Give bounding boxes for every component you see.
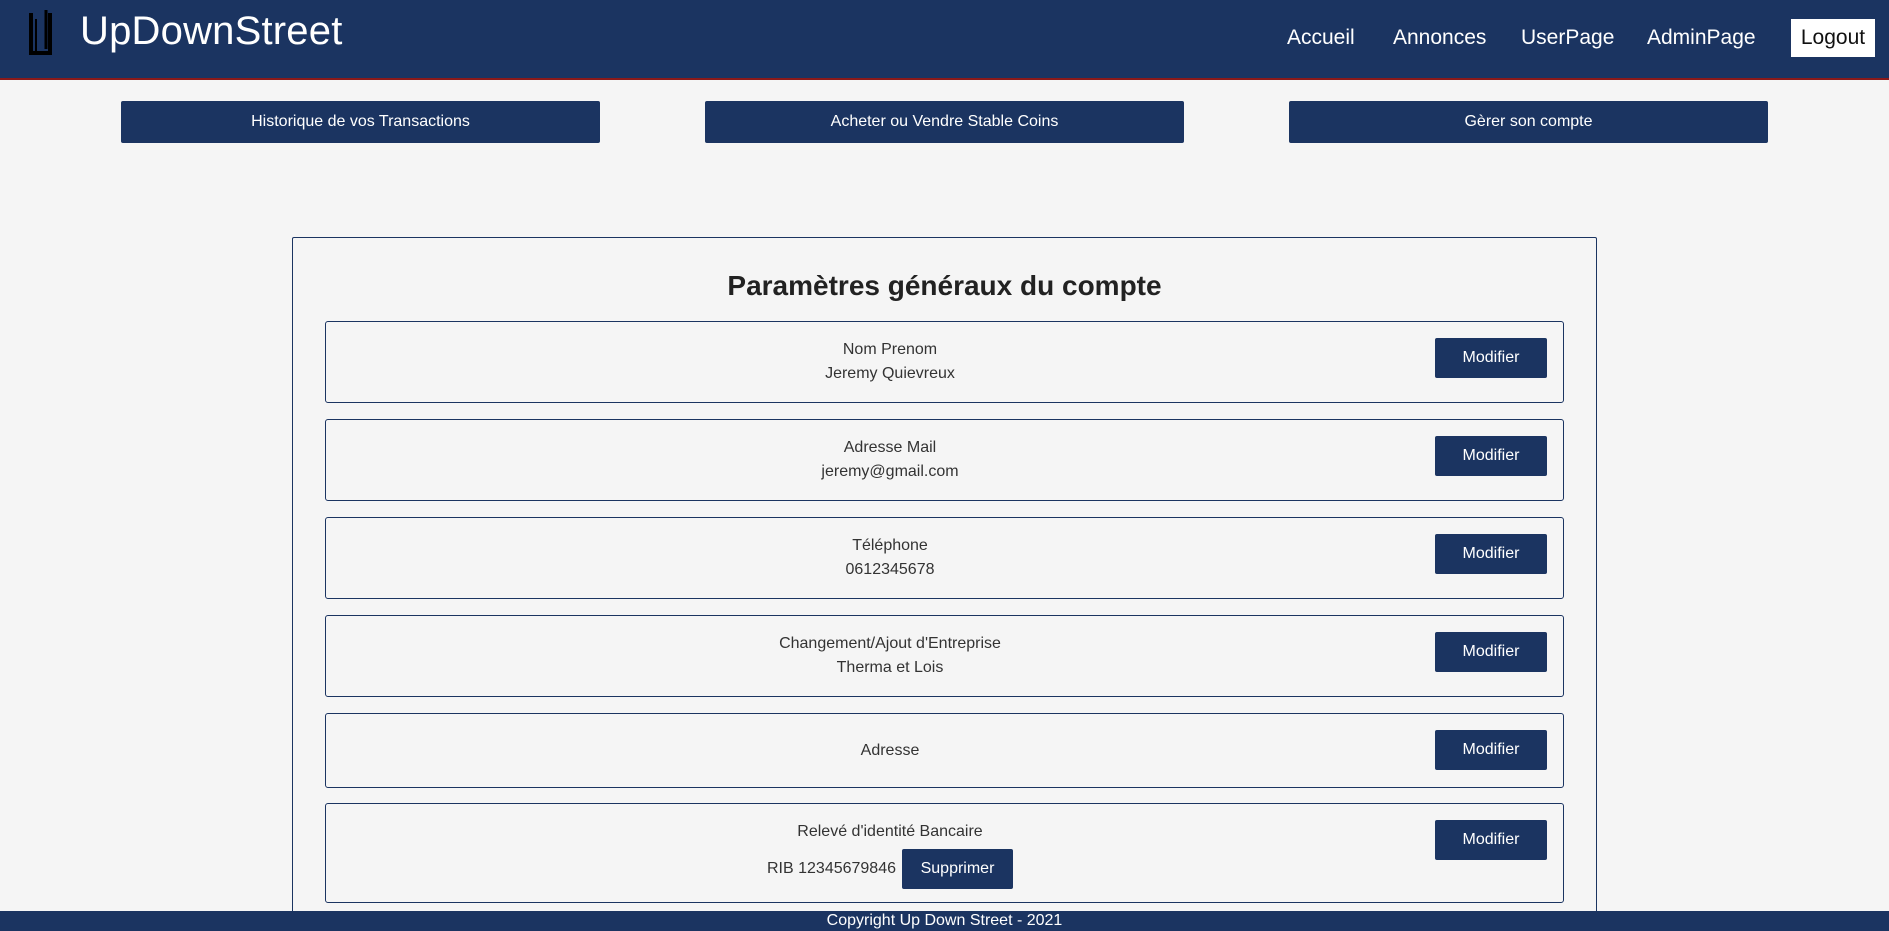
manage-account-button[interactable]: Gèrer son compte [1289, 101, 1768, 143]
modify-phone-button[interactable]: Modifier [1435, 534, 1547, 574]
row-text: Adresse Mail jeremy@gmail.com [326, 420, 1454, 500]
modify-company-button[interactable]: Modifier [1435, 632, 1547, 672]
updownstreet-logo-icon[interactable] [28, 9, 54, 55]
footer: Copyright Up Down Street - 2021 [0, 911, 1889, 931]
nav-link-userpage[interactable]: UserPage [1521, 26, 1614, 50]
account-settings-panel: Paramètres généraux du compte Nom Prenom… [292, 237, 1597, 931]
modify-name-button[interactable]: Modifier [1435, 338, 1547, 378]
modify-address-button[interactable]: Modifier [1435, 730, 1547, 770]
nav-link-annonces[interactable]: Annonces [1393, 26, 1486, 50]
settings-row-phone: Téléphone 0612345678 Modifier [325, 517, 1564, 599]
row-label: Nom Prenom [842, 341, 938, 358]
modify-bank-button[interactable]: Modifier [1435, 820, 1547, 860]
settings-row-company: Changement/Ajout d'Entreprise Therma et … [325, 615, 1564, 697]
rib-line: RIB 12345679846 Supprimer [767, 849, 1013, 889]
buy-sell-stablecoins-button[interactable]: Acheter ou Vendre Stable Coins [705, 101, 1184, 143]
row-label: Téléphone [852, 537, 928, 554]
row-value: 0612345678 [845, 561, 935, 578]
nav-link-adminpage[interactable]: AdminPage [1647, 26, 1756, 50]
row-label: Adresse [860, 741, 920, 759]
settings-row-email: Adresse Mail jeremy@gmail.com Modifier [325, 419, 1564, 501]
nav-link-accueil[interactable]: Accueil [1287, 26, 1355, 50]
row-value: Jeremy Quievreux [825, 365, 955, 382]
row-text: Nom Prenom Jeremy Quievreux [326, 322, 1454, 402]
top-navbar: UpDownStreet Accueil Annonces UserPage A… [0, 0, 1889, 80]
row-value: jeremy@gmail.com [821, 463, 959, 480]
panel-title: Paramètres généraux du compte [727, 270, 1162, 301]
transactions-history-button[interactable]: Historique de vos Transactions [121, 101, 600, 143]
row-label: Relevé d'identité Bancaire [797, 823, 983, 840]
settings-row-address: Adresse Modifier [325, 713, 1564, 788]
logout-button[interactable]: Logout [1791, 19, 1875, 57]
row-text: Adresse [326, 714, 1454, 787]
settings-row-name: Nom Prenom Jeremy Quievreux Modifier [325, 321, 1564, 403]
row-text: Téléphone 0612345678 [326, 518, 1454, 598]
brand-name[interactable]: UpDownStreet [80, 9, 343, 54]
modify-email-button[interactable]: Modifier [1435, 436, 1547, 476]
row-text: Relevé d'identité Bancaire RIB 123456798… [326, 804, 1454, 902]
row-value: Therma et Lois [836, 659, 944, 676]
row-label: Adresse Mail [843, 439, 937, 456]
rib-value: RIB 12345679846 [767, 860, 896, 877]
row-text: Changement/Ajout d'Entreprise Therma et … [326, 616, 1454, 696]
settings-row-bank: Relevé d'identité Bancaire RIB 123456798… [325, 803, 1564, 903]
delete-rib-button[interactable]: Supprimer [902, 849, 1013, 889]
row-label: Changement/Ajout d'Entreprise [779, 635, 1001, 652]
